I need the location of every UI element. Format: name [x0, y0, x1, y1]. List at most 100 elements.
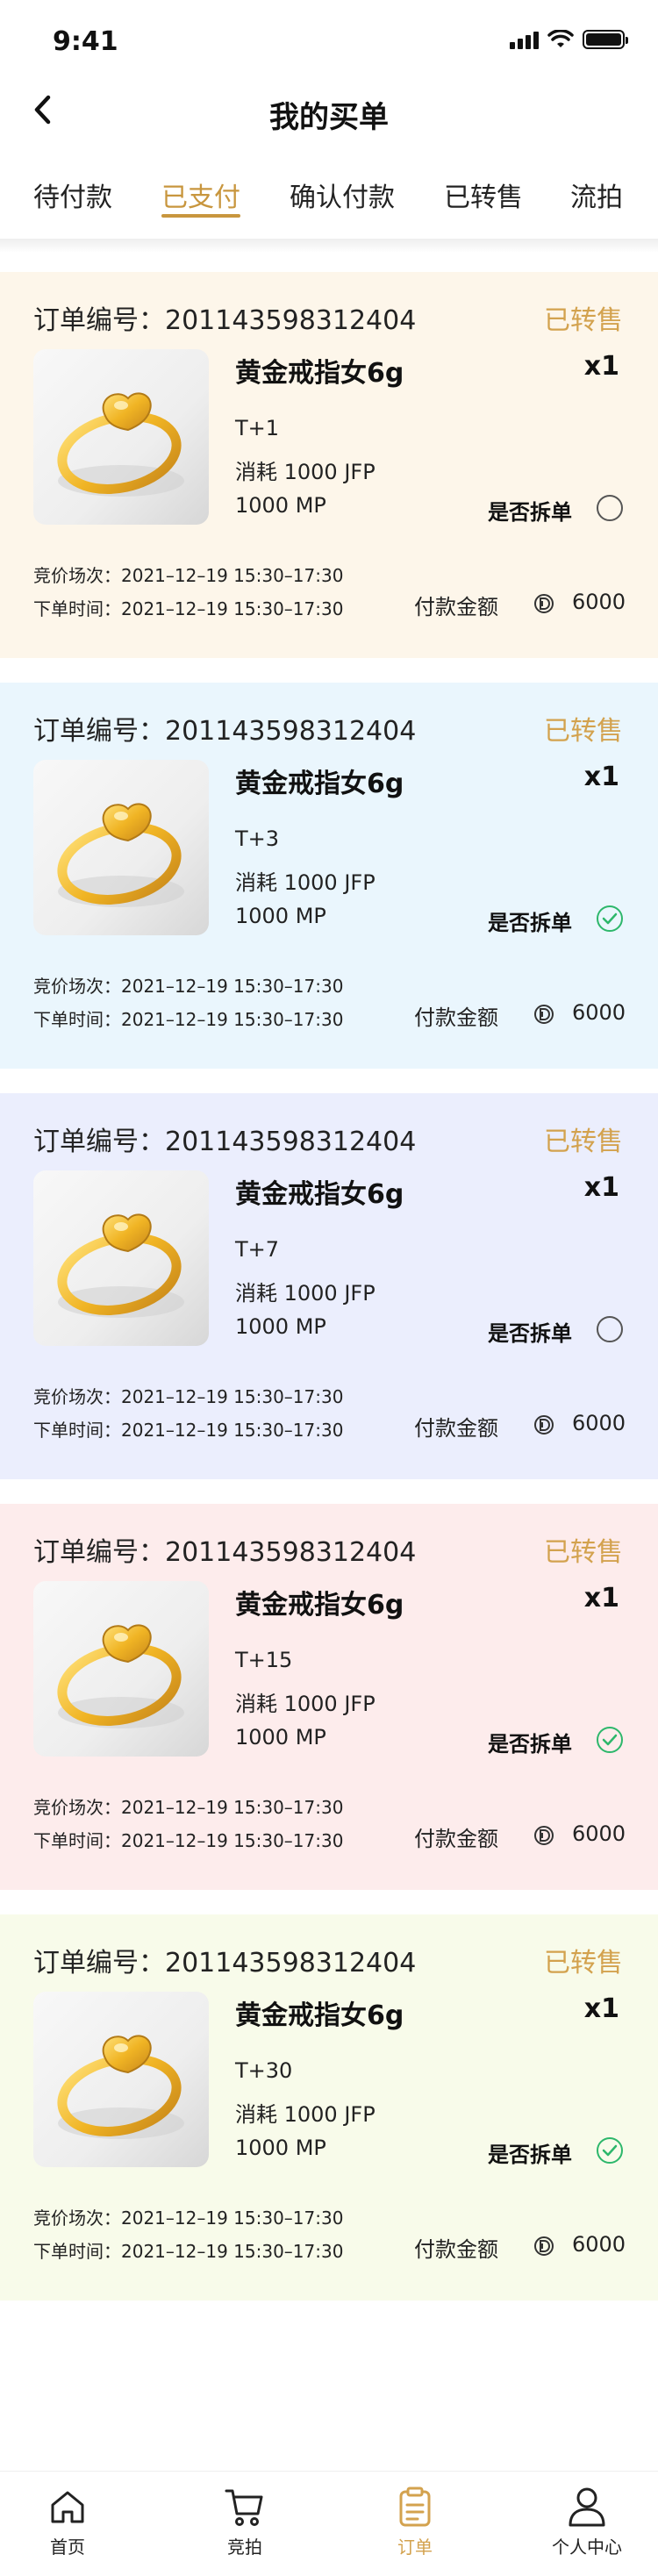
split-order-label: 是否拆单 [488, 911, 572, 935]
tabbar-orders[interactable]: 订单 [358, 2484, 472, 2558]
cart-icon [225, 2489, 263, 2526]
tabbar-auction[interactable]: 竞拍 [188, 2484, 302, 2558]
tab-failed-auction[interactable]: 流拍 [570, 175, 623, 214]
tabbar-auction-label: 竞拍 [227, 2537, 262, 2558]
order-number: 订单编号：201143598312404 [33, 1948, 417, 1979]
mp-amount: 1000 MP [235, 493, 326, 518]
settlement-term: T+3 [235, 826, 280, 851]
product-thumbnail[interactable] [33, 1170, 209, 1346]
product-quantity: x1 [583, 1583, 619, 1614]
product-thumbnail[interactable] [33, 349, 209, 525]
tabbar-orders-label: 订单 [397, 2537, 433, 2558]
product-quantity: x1 [583, 1172, 619, 1203]
tab-resold[interactable]: 已转售 [444, 175, 523, 214]
auction-session: 竞价场次：2021–12–19 15:30–17:30 [33, 1797, 344, 1818]
payment-amount-value: 6000 [572, 1821, 626, 1846]
mp-amount: 1000 MP [235, 1725, 326, 1750]
wifi-icon [547, 30, 574, 47]
product-thumbnail[interactable] [33, 760, 209, 935]
mp-amount: 1000 MP [235, 1314, 326, 1339]
check-icon [602, 2144, 618, 2157]
jfp-consumption: 消耗 1000 JFP [235, 870, 375, 895]
settlement-term: T+15 [235, 1648, 293, 1672]
clipboard-icon [399, 2487, 431, 2527]
active-tab-indicator [161, 214, 240, 218]
payment-amount-label: 付款金额 [414, 1416, 498, 1441]
payment-amount-label: 付款金额 [414, 1005, 498, 1030]
order-card[interactable]: 订单编号：201143598312404 已转售 黄金戒指女6g x1 T+15 消耗 1… [0, 1504, 658, 1890]
split-order-radio[interactable] [597, 495, 623, 521]
gold-ring-image [57, 2035, 184, 2139]
split-order-radio[interactable] [597, 905, 623, 932]
check-icon [602, 912, 618, 925]
home-icon [51, 2491, 84, 2523]
auction-session: 竞价场次：2021–12–19 15:30–17:30 [33, 1386, 344, 1407]
payment-amount-value: 6000 [572, 2232, 626, 2257]
order-status-badge: 已转售 [544, 1948, 623, 1979]
order-time: 下单时间：2021–12–19 15:30–17:30 [33, 598, 344, 619]
settlement-term: T+1 [235, 416, 280, 440]
mp-amount: 1000 MP [235, 2136, 326, 2160]
order-number: 订单编号：201143598312404 [33, 305, 417, 336]
coin-icon [534, 594, 554, 613]
jfp-consumption: 消耗 1000 JFP [235, 2102, 375, 2127]
order-status-badge: 已转售 [544, 1127, 623, 1157]
order-status-badge: 已转售 [544, 305, 623, 336]
tab-confirm-payment[interactable]: 确认付款 [290, 175, 395, 214]
split-order-label: 是否拆单 [488, 500, 572, 525]
settlement-term: T+7 [235, 1237, 280, 1262]
settlement-term: T+30 [235, 2058, 293, 2083]
product-quantity: x1 [583, 351, 619, 382]
payment-amount-value: 6000 [572, 1000, 626, 1025]
gold-ring-image [57, 392, 184, 497]
coin-icon [534, 2236, 554, 2256]
product-name: 黄金戒指女6g [235, 2000, 404, 2031]
tabbar-profile-label: 个人中心 [552, 2537, 622, 2558]
product-quantity: x1 [583, 1993, 619, 2024]
order-status-badge: 已转售 [544, 1537, 623, 1568]
status-time: 9:41 [53, 26, 118, 57]
product-name: 黄金戒指女6g [235, 1590, 404, 1621]
coin-icon [534, 1415, 554, 1435]
product-quantity: x1 [583, 762, 619, 792]
split-order-label: 是否拆单 [488, 1732, 572, 1757]
product-name: 黄金戒指女6g [235, 358, 404, 389]
gold-ring-image [57, 1624, 184, 1728]
order-card[interactable]: 订单编号：201143598312404 已转售 黄金戒指女6g x1 T+7 消耗 10… [0, 1093, 658, 1479]
order-card[interactable]: 订单编号：201143598312404 已转售黄金戒指女6g x1 T+30 消耗 1… [0, 1914, 658, 2301]
split-order-label: 是否拆单 [488, 2143, 572, 2167]
tabbar-home[interactable]: 首页 [11, 2484, 125, 2558]
tabs-divider [0, 239, 658, 253]
order-number: 订单编号：201143598312404 [33, 1127, 417, 1157]
product-thumbnail[interactable] [33, 1992, 209, 2167]
split-order-radio[interactable] [597, 1316, 623, 1342]
payment-amount-value: 6000 [572, 1411, 626, 1435]
tabbar-home-label: 首页 [50, 2537, 85, 2558]
tab-paid[interactable]: 已支付 [161, 175, 240, 214]
jfp-consumption: 消耗 1000 JFP [235, 1281, 375, 1306]
payment-amount-value: 6000 [572, 590, 626, 614]
order-time: 下单时间：2021–12–19 15:30–17:30 [33, 1420, 344, 1441]
auction-session: 竞价场次：2021–12–19 15:30–17:30 [33, 2207, 344, 2229]
mp-amount: 1000 MP [235, 904, 326, 928]
header: 我的买单 [0, 77, 658, 149]
order-card[interactable]: 订单编号：201143598312404 已转售 黄金戒指女6g x1 T+1 消耗 10… [0, 272, 658, 658]
order-status-badge: 已转售 [544, 716, 623, 747]
status-icons [510, 30, 628, 49]
check-icon [602, 1734, 618, 1746]
coin-icon [534, 1826, 554, 1845]
auction-session: 竞价场次：2021–12–19 15:30–17:30 [33, 976, 344, 997]
split-order-radio[interactable] [597, 1727, 623, 1753]
order-card[interactable]: 订单编号：201143598312404 已转售 黄金戒指女6g x1 T+3 消耗 10… [0, 683, 658, 1069]
order-time: 下单时间：2021–12–19 15:30–17:30 [33, 1830, 344, 1851]
tab-pending-payment[interactable]: 待付款 [33, 175, 112, 214]
product-thumbnail[interactable] [33, 1581, 209, 1757]
payment-amount-label: 付款金额 [414, 595, 498, 619]
order-number: 订单编号：201143598312404 [33, 1537, 417, 1568]
signal-icon [510, 30, 539, 49]
tabbar-profile[interactable]: 个人中心 [530, 2484, 644, 2558]
split-order-radio[interactable] [597, 2137, 623, 2164]
page-title: 我的买单 [269, 100, 389, 135]
battery-icon [583, 30, 628, 49]
payment-amount-label: 付款金额 [414, 1827, 498, 1851]
